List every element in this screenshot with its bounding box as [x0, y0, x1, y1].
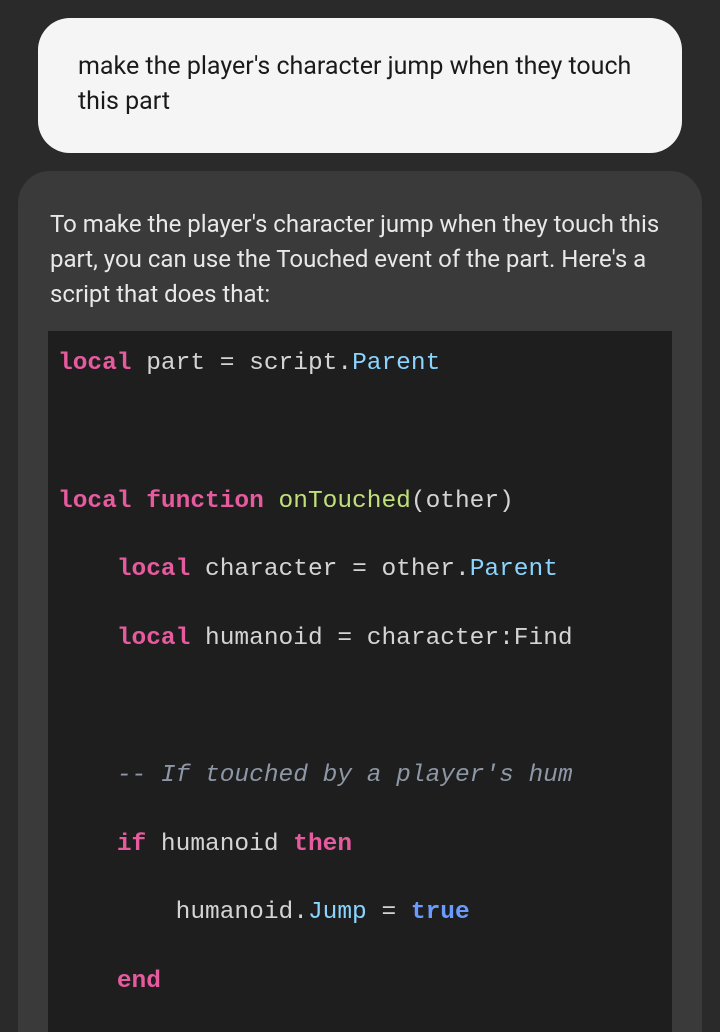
code-line: local humanoid = character:Find	[58, 622, 662, 656]
keyword-local: local	[58, 488, 132, 515]
keyword-function: function	[146, 488, 264, 515]
code-line: humanoid.Jump = true	[58, 896, 662, 930]
keyword-local: local	[117, 556, 191, 583]
code-line: local part = script.Parent	[58, 347, 662, 381]
keyword-if: if	[117, 831, 146, 858]
keyword-end: end	[117, 968, 161, 995]
user-message-text: make the player's character jump when th…	[78, 52, 631, 116]
code-line-blank	[58, 690, 662, 724]
keyword-local: local	[58, 350, 132, 377]
user-message-bubble: make the player's character jump when th…	[38, 18, 682, 153]
code-line-blank	[58, 416, 662, 450]
keyword-local: local	[117, 625, 191, 652]
code-line: if humanoid then	[58, 828, 662, 862]
assistant-intro-text: To make the player's character jump when…	[48, 207, 672, 311]
code-line: end	[58, 965, 662, 999]
code-line: local function onTouched(other)	[58, 485, 662, 519]
keyword-then: then	[293, 831, 352, 858]
code-line: -- If touched by a player's hum	[58, 759, 662, 793]
code-line: local character = other.Parent	[58, 553, 662, 587]
chat-container: make the player's character jump when th…	[0, 0, 720, 1032]
keyword-true: true	[411, 899, 470, 926]
code-comment: -- If touched by a player's hum	[117, 762, 573, 789]
assistant-message-bubble: To make the player's character jump when…	[18, 171, 702, 1032]
code-block[interactable]: local part = script.Parent local functio…	[48, 331, 672, 1032]
